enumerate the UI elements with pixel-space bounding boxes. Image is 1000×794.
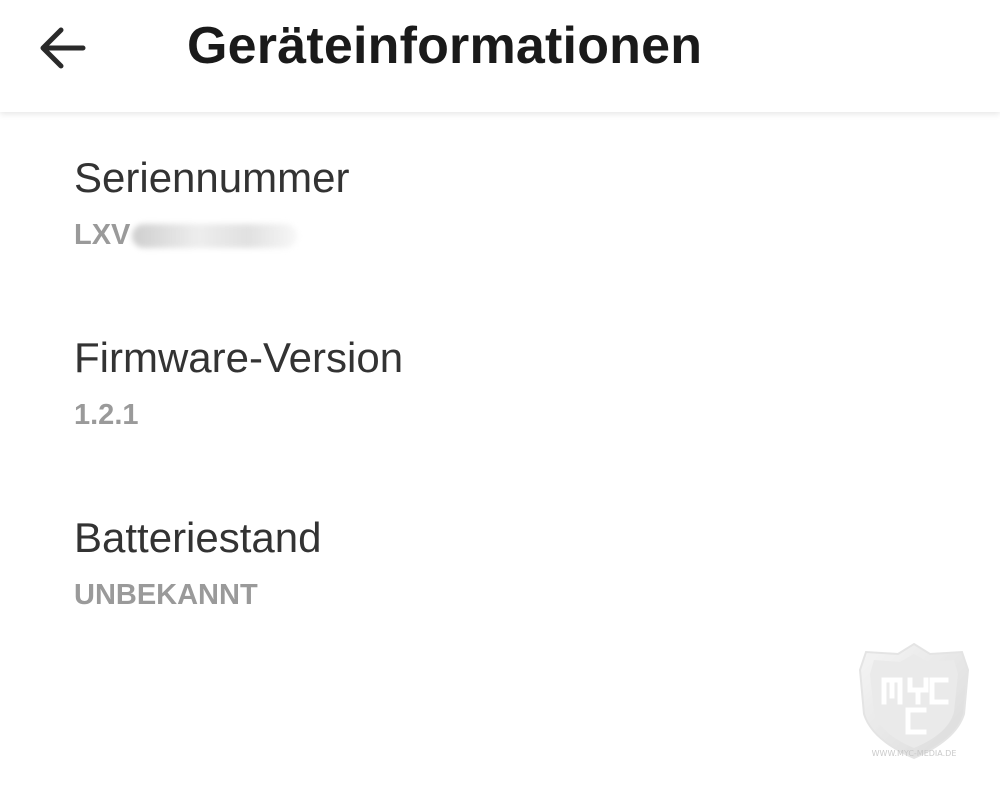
svg-text:WWW.MYC-MEDIA.DE: WWW.MYC-MEDIA.DE (872, 749, 957, 758)
serial-number-text: LXV (74, 219, 131, 251)
firmware-version-item: Firmware-Version 1.2.1 (74, 337, 403, 430)
serial-number-value: LXV (74, 221, 349, 250)
watermark-logo: WWW.MYC-MEDIA.DE (858, 642, 970, 760)
battery-level-item: Batteriestand UNBEKANNT (74, 517, 322, 610)
serial-number-label: Seriennummer (74, 154, 350, 201)
firmware-version-value: 1.2.1 (74, 399, 139, 431)
battery-level-label: Batteriestand (74, 514, 322, 561)
device-info-screen: Geräteinformationen Seriennummer LXV Fir… (0, 0, 1000, 794)
back-button[interactable] (30, 18, 94, 78)
page-title: Geräteinformationen (187, 17, 703, 75)
firmware-version-label: Firmware-Version (74, 334, 404, 381)
serial-number-item: Seriennummer LXV (74, 157, 349, 250)
serial-number-redaction (132, 223, 298, 248)
battery-level-value: UNBEKANNT (74, 579, 258, 611)
arrow-left-icon (40, 27, 86, 69)
app-bar: Geräteinformationen (0, 0, 1000, 112)
